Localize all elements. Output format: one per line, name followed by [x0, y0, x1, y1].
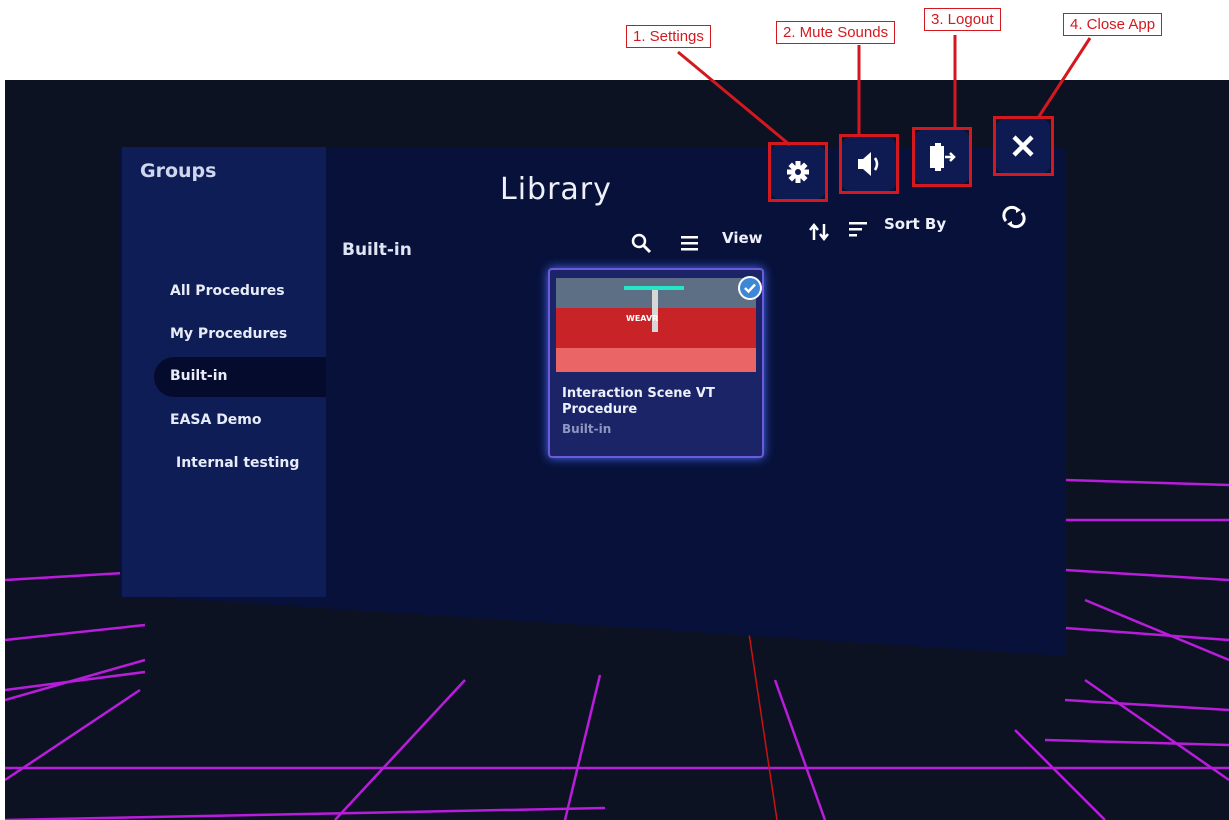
- logout-callout-label: 3. Logout: [924, 8, 1001, 31]
- mute-callout-label: 2. Mute Sounds: [776, 21, 896, 44]
- close-callout-label: 4. Close App: [1063, 13, 1163, 36]
- settings-callout-label: 1. Settings: [626, 25, 711, 48]
- callout-lines: [677, 35, 1092, 147]
